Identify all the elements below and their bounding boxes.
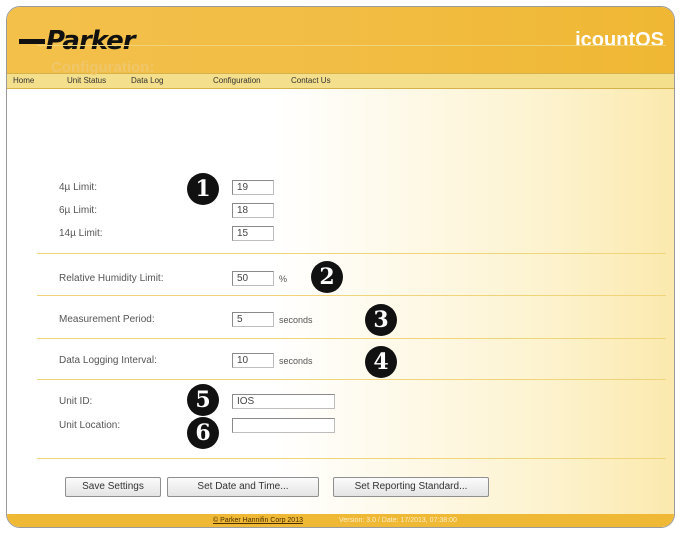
limit-4-input[interactable]: 19 bbox=[232, 180, 274, 195]
nav-home[interactable]: Home bbox=[13, 76, 34, 85]
nav-configuration[interactable]: Configuration bbox=[213, 76, 261, 85]
logging-input[interactable]: 10 bbox=[232, 353, 274, 368]
save-settings-button[interactable]: Save Settings bbox=[65, 477, 161, 497]
top-divider bbox=[37, 45, 666, 46]
nav-contact-us[interactable]: Contact Us bbox=[291, 76, 331, 85]
limit-14-label: 14µ Limit: bbox=[59, 228, 103, 239]
set-date-time-button[interactable]: Set Date and Time... bbox=[167, 477, 319, 497]
measurement-input[interactable]: 5 bbox=[232, 312, 274, 327]
limit-4-label: 4µ Limit: bbox=[59, 182, 97, 193]
version-text: Version: 3.0 / Date: 17/2013, 07:38:00 bbox=[339, 517, 457, 524]
callout-2: 2 bbox=[311, 261, 343, 293]
page-title: Configuration: bbox=[51, 59, 155, 76]
nav-data-log[interactable]: Data Log bbox=[131, 76, 163, 85]
unit-location-input[interactable] bbox=[232, 418, 335, 433]
nav-unit-status[interactable]: Unit Status bbox=[67, 76, 106, 85]
humidity-input[interactable]: 50 bbox=[232, 271, 274, 286]
logo-bar-icon bbox=[19, 38, 45, 44]
callout-5: 5 bbox=[187, 384, 219, 416]
callout-4: 4 bbox=[365, 346, 397, 378]
divider-4 bbox=[37, 379, 666, 380]
unit-id-input[interactable]: IOS bbox=[232, 394, 335, 409]
unit-id-label: Unit ID: bbox=[59, 396, 93, 407]
divider-3 bbox=[37, 338, 666, 339]
divider-2 bbox=[37, 295, 666, 296]
humidity-label: Relative Humidity Limit: bbox=[59, 273, 164, 284]
set-reporting-standard-button[interactable]: Set Reporting Standard... bbox=[333, 477, 489, 497]
logo-text: Parker bbox=[46, 26, 136, 56]
measurement-unit: seconds bbox=[279, 315, 313, 325]
divider-1 bbox=[37, 253, 666, 254]
limit-14-input[interactable]: 15 bbox=[232, 226, 274, 241]
measurement-label: Measurement Period: bbox=[59, 314, 155, 325]
app-window: Parker icountOS Home Unit Status Data Lo… bbox=[6, 6, 675, 528]
callout-3: 3 bbox=[365, 304, 397, 336]
callout-6: 6 bbox=[187, 417, 219, 449]
divider-5 bbox=[37, 458, 666, 459]
parker-logo: Parker bbox=[19, 26, 136, 56]
callout-1: 1 bbox=[187, 173, 219, 205]
humidity-unit: % bbox=[279, 274, 288, 284]
logging-unit: seconds bbox=[279, 356, 313, 366]
footer: © Parker Hannifin Corp 2013 Version: 3.0… bbox=[7, 514, 674, 527]
copyright-link[interactable]: © Parker Hannifin Corp 2013 bbox=[213, 517, 303, 524]
limit-6-input[interactable]: 18 bbox=[232, 203, 274, 218]
content-area bbox=[7, 89, 674, 514]
logging-label: Data Logging Interval: bbox=[59, 355, 157, 366]
limit-6-label: 6µ Limit: bbox=[59, 205, 97, 216]
unit-location-label: Unit Location: bbox=[59, 420, 121, 431]
app-name: icountOS bbox=[575, 29, 664, 51]
